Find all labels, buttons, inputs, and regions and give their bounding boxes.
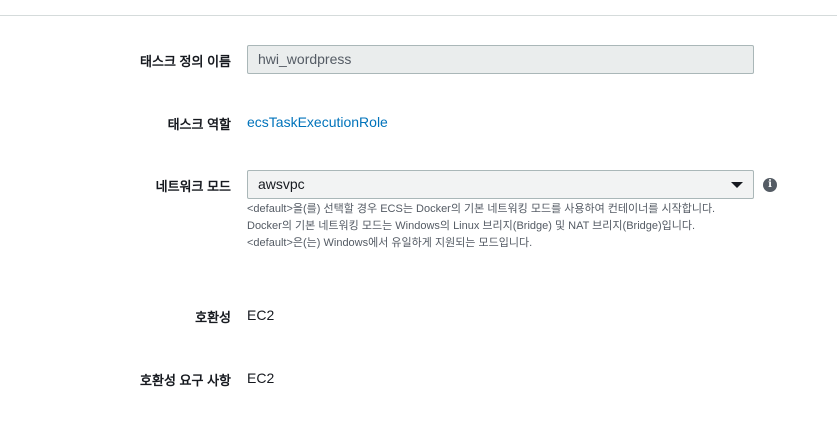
network-mode-selected-value: awsvpc xyxy=(258,176,305,192)
help-line: Docker의 기본 네트워킹 모드는 Windows의 Linux 브리지(B… xyxy=(247,220,696,232)
compatibility-label: 호환성 xyxy=(195,310,231,325)
task-role-label: 태스크 역할 xyxy=(167,117,231,132)
task-definition-name-field[interactable]: hwi_wordpress xyxy=(247,45,754,74)
info-icon[interactable]: i xyxy=(763,178,777,192)
network-mode-label: 네트워크 모드 xyxy=(155,179,231,194)
help-line: <default>을(를) 선택할 경우 ECS는 Docker의 기본 네트워… xyxy=(247,203,716,215)
task-definition-name-label: 태스크 정의 이름 xyxy=(140,54,231,69)
network-mode-help-text: <default>을(를) 선택할 경우 ECS는 Docker의 기본 네트워… xyxy=(247,201,787,252)
help-line: <default>은(는) Windows에서 유일하게 지원되는 모드입니다. xyxy=(247,237,533,249)
task-role-link[interactable]: ecsTaskExecutionRole xyxy=(247,114,388,130)
top-divider xyxy=(0,15,837,16)
compatibility-requirements-value: EC2 xyxy=(247,370,275,386)
compatibility-requirements-label: 호환성 요구 사항 xyxy=(140,373,231,388)
network-mode-select[interactable]: awsvpc xyxy=(247,170,754,199)
chevron-down-icon xyxy=(731,182,743,188)
compatibility-value: EC2 xyxy=(247,307,275,323)
